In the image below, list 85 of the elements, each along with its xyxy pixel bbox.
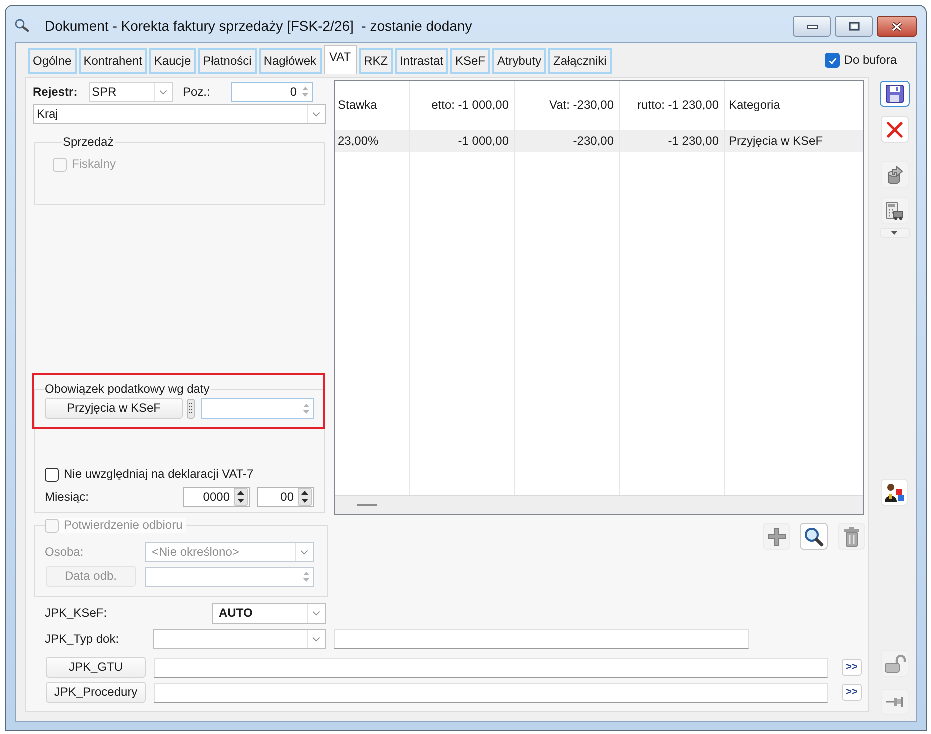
tab[interactable]: Intrastat xyxy=(395,48,448,74)
table-row[interactable]: 23,00% -1 000,00 -230,00 -1 230,00 Przyjęcia w KSeF xyxy=(335,130,863,152)
close-button[interactable] xyxy=(877,16,917,37)
rejestr-dropdown[interactable]: SPR xyxy=(89,82,173,102)
group-title: Sprzedaż xyxy=(62,135,115,150)
caret-icon xyxy=(312,636,321,642)
caret-icon xyxy=(312,611,321,616)
field-label: Rejestr: xyxy=(33,84,79,100)
search-icon xyxy=(15,19,29,32)
plus-icon xyxy=(766,526,786,546)
tab[interactable]: Kaucje xyxy=(149,48,196,74)
date-field[interactable] xyxy=(145,566,314,586)
lock-button[interactable] xyxy=(880,650,908,677)
table-cell-text: Przyjęcia w KSeF xyxy=(728,132,824,150)
table-cell: -1 230,00 xyxy=(620,130,725,152)
dash-icon xyxy=(357,504,377,506)
date-type-button[interactable]: Przyjęcia w KSeF xyxy=(45,398,183,419)
caret-icon xyxy=(891,231,898,235)
pushpin-icon xyxy=(884,695,904,709)
user-button[interactable] xyxy=(881,479,908,506)
field-label: Poz.: xyxy=(183,84,212,100)
search-icon xyxy=(804,526,824,546)
tab[interactable]: Płatności xyxy=(198,48,257,74)
jpk-ksef-dropdown[interactable]: AUTO xyxy=(212,603,326,624)
add-button[interactable] xyxy=(763,523,790,550)
window-title: Dokument - Korekta faktury sprzedaży [FSK-2/26] - zostanie dodany xyxy=(45,18,472,35)
calculation-button[interactable] xyxy=(880,197,908,224)
more-options-button[interactable] xyxy=(880,228,910,238)
more-button[interactable]: >> xyxy=(842,659,862,676)
up-down-arrows-icon xyxy=(234,488,248,506)
field-label: Osoba: xyxy=(45,544,85,560)
jpk-procedury-button[interactable]: JPK_Procedury xyxy=(46,682,146,703)
checkbox-label[interactable]: Nie uwzględniaj na deklaracji VAT-7 xyxy=(64,467,254,482)
tab[interactable]: Załączniki xyxy=(548,48,612,74)
tab[interactable]: KSeF xyxy=(450,48,490,74)
group-title: Obowiązek podatkowy wg daty xyxy=(44,382,211,397)
table-cell: -230,00 xyxy=(515,130,620,152)
position-spin-field[interactable]: 0 xyxy=(231,82,313,102)
year-spin-field[interactable]: 0000 xyxy=(183,487,250,507)
text-field[interactable] xyxy=(334,629,749,649)
jpk-gtu-button[interactable]: JPK_GTU xyxy=(46,657,146,678)
close-icon xyxy=(891,22,903,32)
unlocked-padlock-icon xyxy=(884,654,906,674)
tab[interactable]: Ogólne xyxy=(28,48,77,74)
delete-button[interactable] xyxy=(838,523,865,550)
cross-icon xyxy=(886,120,904,138)
checkbox-label[interactable]: Do bufora xyxy=(844,53,897,68)
more-button[interactable]: >> xyxy=(842,684,862,701)
delete-document-button[interactable] xyxy=(880,116,908,143)
caret-icon xyxy=(159,90,168,94)
trash-icon xyxy=(844,526,860,546)
tab[interactable]: RKZ xyxy=(359,48,394,74)
cylinder-arrow-icon xyxy=(886,164,904,185)
tab[interactable]: Nagłówek xyxy=(258,48,322,74)
country-dropdown[interactable]: Kraj xyxy=(33,104,326,124)
minimize-icon xyxy=(806,24,818,28)
caret-icon xyxy=(312,112,321,116)
text-field[interactable] xyxy=(154,682,828,702)
checkmark-icon xyxy=(828,56,838,66)
pin-button[interactable] xyxy=(880,689,908,715)
export-button[interactable] xyxy=(880,161,908,188)
text-field[interactable] xyxy=(154,658,828,678)
maximize-button[interactable] xyxy=(835,16,873,37)
checkbox[interactable] xyxy=(45,468,59,482)
tab[interactable]: VAT xyxy=(324,45,358,74)
column-header[interactable]: Kategoria xyxy=(725,81,863,130)
calculator-truck-icon xyxy=(885,200,904,220)
field-label: JPK_Typ dok: xyxy=(45,632,120,646)
save-button[interactable] xyxy=(880,81,910,107)
search-button[interactable] xyxy=(800,523,828,550)
table-cell: -1 000,00 xyxy=(410,130,515,152)
table-cell: 23,00% xyxy=(335,130,410,152)
tab[interactable]: Kontrahent xyxy=(78,48,148,74)
maximize-icon xyxy=(848,22,860,31)
up-down-arrows-icon xyxy=(298,488,312,506)
person-icon xyxy=(884,482,906,502)
tab[interactable]: Atrybuty xyxy=(492,48,546,74)
caret-icon xyxy=(300,550,309,554)
checkbox[interactable] xyxy=(825,53,840,68)
minimize-button[interactable] xyxy=(793,16,831,37)
month-spin-field[interactable]: 00 xyxy=(257,487,314,507)
field-label: JPK_KSeF: xyxy=(45,606,108,621)
field-label: Miesiąc: xyxy=(45,490,90,504)
date-field[interactable] xyxy=(201,398,314,419)
handle-icon[interactable] xyxy=(187,398,195,418)
